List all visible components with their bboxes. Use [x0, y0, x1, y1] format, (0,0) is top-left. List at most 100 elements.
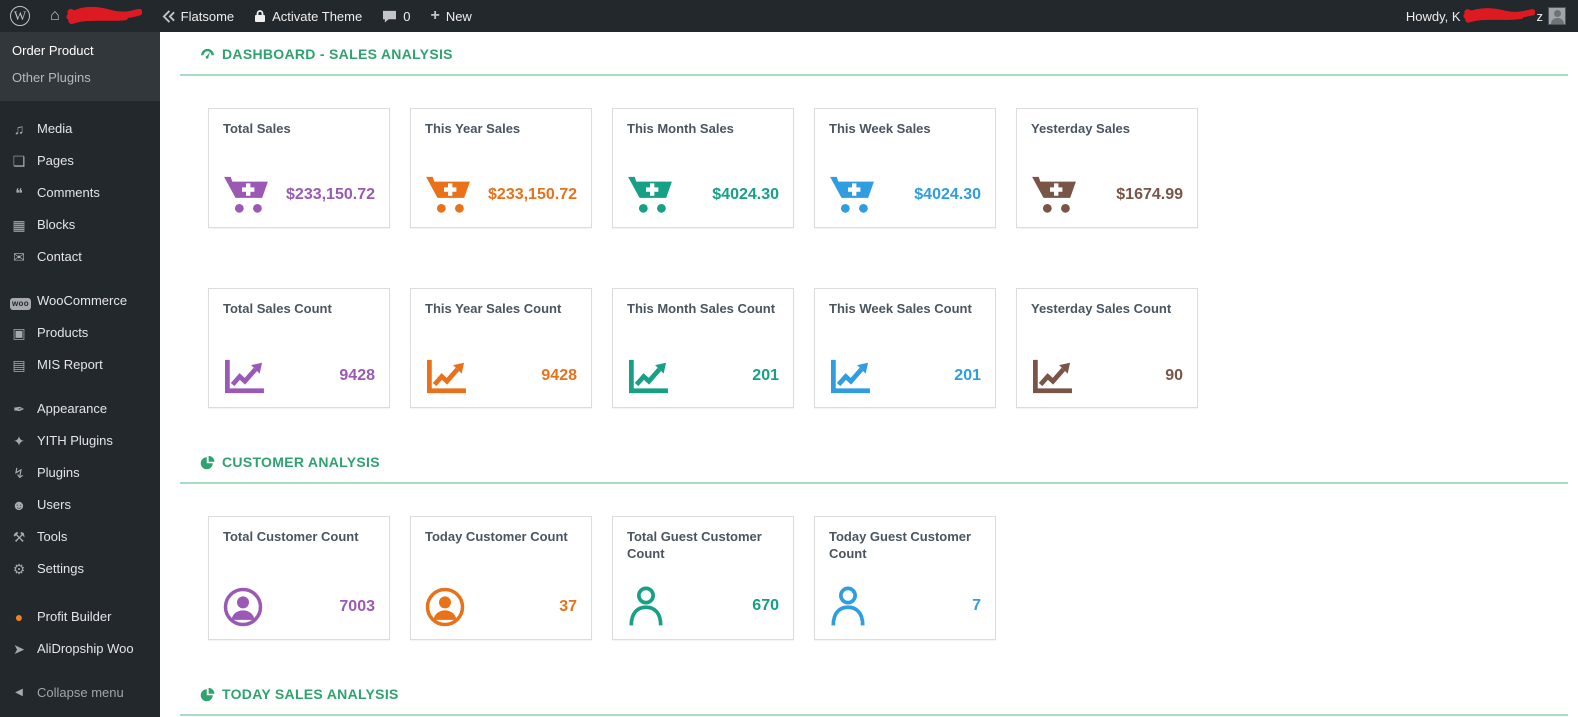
stat-card-total-customer-count: Total Customer Count7003	[208, 516, 390, 640]
sidebar-item-tools[interactable]: ⚒Tools	[0, 521, 160, 553]
sidebar-submenu: Order Product Other Plugins	[0, 32, 160, 101]
site-link[interactable]: ⌂	[40, 0, 152, 32]
avatar-head	[1554, 10, 1561, 17]
person-circle-icon	[223, 587, 263, 627]
sidebar-item-alidropship-woo[interactable]: ➤AliDropship Woo	[0, 633, 160, 665]
chart-line-icon	[425, 357, 467, 395]
flatsome-logo-icon	[162, 10, 175, 23]
tools-icon: ⚒	[10, 528, 28, 546]
sidebar-item-yith-plugins[interactable]: ✦YITH Plugins	[0, 425, 160, 457]
avatar[interactable]	[1548, 7, 1566, 25]
sidebar-item-other-plugins[interactable]: Other Plugins	[0, 64, 160, 91]
card-row: Total Sales$233,150.72This Year Sales$23…	[200, 108, 1568, 228]
sidebar-item-label: Collapse menu	[37, 684, 124, 702]
sidebar-group: ✒Appearance✦YITH Plugins↯Plugins☻Users⚒T…	[0, 393, 160, 585]
stat-card-value: 37	[559, 598, 577, 616]
section-title-text: CUSTOMER ANALYSIS	[222, 454, 380, 470]
comments-counter[interactable]: 0	[372, 0, 420, 32]
sidebar-item-label: Products	[37, 324, 88, 342]
flatsome-menu[interactable]: Flatsome	[152, 0, 244, 32]
sidebar-item-appearance[interactable]: ✒Appearance	[0, 393, 160, 425]
plus-icon: +	[430, 8, 439, 24]
products-icon: ▣	[10, 324, 28, 342]
comments-icon: ❝	[10, 184, 28, 202]
person-circle-icon	[425, 587, 465, 627]
sidebar-item-label: Other Plugins	[12, 70, 91, 85]
sidebar-item-contact[interactable]: ✉ Contact	[0, 241, 160, 273]
sidebar-item-pages[interactable]: ❏Pages	[0, 145, 160, 177]
sidebar-group: ♫Media❏Pages ❝ Comments ▦Blocks ✉ Contact	[0, 113, 160, 273]
stat-card-value: $1674.99	[1116, 186, 1183, 204]
stat-card-label: Total Guest Customer Count	[627, 529, 779, 563]
stat-card-total-sales-count: Total Sales Count9428	[208, 288, 390, 408]
section-dashboard-sales-analysis: DASHBOARD - SALES ANALYSIS Total Sales$23…	[200, 46, 1568, 408]
stat-card-this-week-sales-count: This Week Sales Count201	[814, 288, 996, 408]
stat-card-label: This Month Sales Count	[627, 301, 779, 318]
sidebar-item-plugins[interactable]: ↯Plugins	[0, 457, 160, 489]
site-name-redaction	[66, 4, 142, 29]
mis-report-icon: ▤	[10, 356, 28, 374]
alidropship-icon: ➤	[10, 640, 28, 658]
activate-theme[interactable]: Activate Theme	[244, 0, 372, 32]
flatsome-label: Flatsome	[181, 9, 234, 24]
stat-card-value: $233,150.72	[286, 186, 375, 204]
dashboard-icon	[200, 47, 215, 62]
stat-card-body: 9428	[425, 357, 577, 395]
stat-card-body: 9428	[223, 357, 375, 395]
home-icon: ⌂	[50, 8, 60, 24]
sidebar-item-comments[interactable]: ❝ Comments	[0, 177, 160, 209]
howdy-text-prefix: Howdy, K	[1406, 9, 1461, 24]
sidebar-item-blocks[interactable]: ▦Blocks	[0, 209, 160, 241]
stat-card-value: 7003	[339, 598, 375, 616]
stat-card-total-sales: Total Sales$233,150.72	[208, 108, 390, 228]
chart-line-icon	[627, 357, 669, 395]
stat-card-label: This Year Sales Count	[425, 301, 577, 318]
new-content-menu[interactable]: + New	[420, 0, 481, 32]
sidebar-item-media[interactable]: ♫Media	[0, 113, 160, 145]
sidebar-item-order-product[interactable]: Order Product	[0, 37, 160, 64]
collapse-icon: ◀	[10, 684, 28, 702]
stat-card-value: 670	[752, 597, 779, 615]
sidebar-item-label: Comments	[37, 184, 100, 202]
sidebar-item-settings[interactable]: ⚙Settings	[0, 553, 160, 585]
plugins-icon: ↯	[10, 464, 28, 482]
sidebar-item-label: Order Product	[12, 43, 94, 58]
stat-card-this-year-sales: This Year Sales$233,150.72	[410, 108, 592, 228]
stat-card-body: 7003	[223, 587, 375, 627]
stat-card-today-guest-customer-count: Today Guest Customer Count7	[814, 516, 996, 640]
sidebar-item-mis-report[interactable]: ▤MIS Report	[0, 349, 160, 381]
person-outline-icon	[829, 585, 867, 627]
chart-line-icon	[1031, 357, 1073, 395]
sidebar-item-label: Contact	[37, 248, 82, 266]
stat-card-label: This Week Sales Count	[829, 301, 981, 318]
stat-card-this-year-sales-count: This Year Sales Count 9428	[410, 288, 592, 408]
contact-icon: ✉	[10, 248, 28, 266]
lock-icon	[254, 9, 266, 23]
admin-sidebar: Order Product Other Plugins ♫Media❏Pages ❝ C…	[0, 32, 160, 717]
stat-card-this-month-sales-count: This Month Sales Count201	[612, 288, 794, 408]
comment-bubble-icon	[382, 10, 397, 23]
cart-plus-icon	[1031, 175, 1077, 215]
stat-card-value: 90	[1165, 367, 1183, 385]
stat-card-body: $4024.30	[829, 175, 981, 215]
stat-card-body: $4024.30	[627, 175, 779, 215]
wordpress-menu[interactable]: W	[0, 0, 40, 32]
sidebar-item-users[interactable]: ☻Users	[0, 489, 160, 521]
activate-theme-label: Activate Theme	[272, 9, 362, 24]
sidebar-collapse-menu[interactable]: ◀ Collapse menu	[0, 677, 160, 709]
chart-line-icon	[223, 357, 265, 395]
appearance-icon: ✒	[10, 400, 28, 418]
account-menu[interactable]: Howdy, K z	[1406, 5, 1578, 28]
section-title: DASHBOARD - SALES ANALYSIS	[200, 46, 1568, 62]
users-icon: ☻	[10, 496, 28, 514]
section-divider	[180, 714, 1568, 716]
sidebar-item-products[interactable]: ▣ Products	[0, 317, 160, 349]
blocks-icon: ▦	[10, 216, 28, 234]
sidebar-item-woocommerce[interactable]: wooWooCommerce	[0, 285, 160, 317]
sidebar-item-label: Media	[37, 120, 72, 138]
sidebar-group: wooWooCommerce ▣ Products ▤MIS Report	[0, 285, 160, 381]
avatar-body	[1551, 18, 1564, 25]
sidebar-item-profit-builder[interactable]: ●Profit Builder	[0, 601, 160, 633]
cart-plus-icon	[627, 175, 673, 215]
stat-card-today-customer-count: Today Customer Count37	[410, 516, 592, 640]
